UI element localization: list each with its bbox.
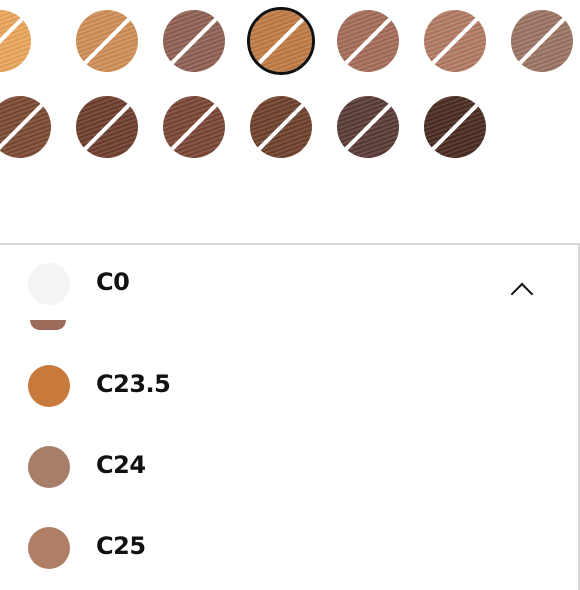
shade-swatch-grid xyxy=(0,0,580,200)
shade-swatch-row1-3[interactable] xyxy=(163,10,225,72)
dropdown-header[interactable]: C0 xyxy=(0,253,576,313)
shade-option[interactable]: C24 xyxy=(0,436,576,496)
chevron-up-icon[interactable] xyxy=(510,282,534,306)
selected-shade-swatch xyxy=(28,263,70,305)
shade-option[interactable]: C23.5 xyxy=(0,355,576,415)
shade-swatch-row1-5[interactable] xyxy=(337,10,399,72)
shade-option-swatch xyxy=(28,527,70,569)
shade-option-label: C25 xyxy=(96,532,146,560)
shade-option-label: C23.5 xyxy=(96,370,171,398)
shade-option-label: C24 xyxy=(96,451,146,479)
partial-option-swatch xyxy=(30,320,66,330)
selected-shade-label: C0 xyxy=(96,268,130,296)
shade-swatch-row1-2[interactable] xyxy=(76,10,138,72)
shade-swatch-row2-2[interactable] xyxy=(76,96,138,158)
shade-dropdown[interactable]: C0 C23.5 C24 C25 xyxy=(0,243,580,590)
shade-swatch-row1-1[interactable] xyxy=(0,10,31,72)
shade-option-swatch xyxy=(28,365,70,407)
shade-swatch-row1-4[interactable] xyxy=(250,10,312,72)
shade-swatch-row1-6[interactable] xyxy=(424,10,486,72)
shade-swatch-row2-1[interactable] xyxy=(0,96,51,158)
shade-option-swatch xyxy=(28,446,70,488)
shade-swatch-row1-7[interactable] xyxy=(511,10,573,72)
shade-swatch-row2-3[interactable] xyxy=(163,96,225,158)
shade-swatch-row2-4[interactable] xyxy=(250,96,312,158)
shade-swatch-row2-6[interactable] xyxy=(424,96,486,158)
shade-option[interactable]: C25 xyxy=(0,517,576,577)
shade-swatch-row2-5[interactable] xyxy=(337,96,399,158)
